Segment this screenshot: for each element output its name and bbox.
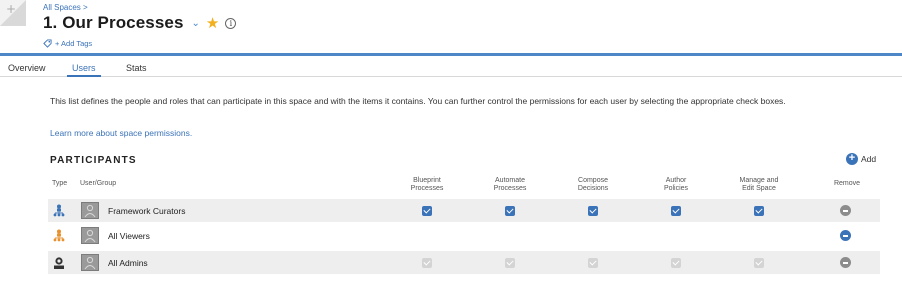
remove-icon[interactable] — [840, 205, 851, 216]
remove-icon[interactable] — [840, 257, 851, 268]
page-title: 1. Our Processes — [43, 13, 184, 32]
permission-checkbox-author[interactable] — [671, 206, 681, 216]
permissions-description: This list defines the people and roles t… — [50, 96, 786, 106]
column-header-type: Type — [52, 180, 68, 187]
group-blue-icon — [53, 204, 65, 217]
learn-more-link[interactable]: Learn more about space permissions. — [50, 128, 192, 138]
avatar — [81, 254, 99, 271]
permission-checkbox-blueprint — [422, 258, 432, 268]
column-header-remove: Remove — [833, 180, 861, 187]
admin-icon — [54, 257, 64, 269]
tab-users[interactable]: Users — [72, 63, 96, 73]
info-icon[interactable]: i — [225, 17, 237, 29]
plus-icon: + — [846, 153, 858, 165]
user-group-name: All Admins — [108, 258, 148, 268]
permission-checkbox-automate — [505, 258, 515, 268]
tab-overview[interactable]: Overview — [8, 63, 46, 73]
group-orange-icon — [53, 229, 65, 242]
permission-checkbox-compose[interactable] — [588, 206, 598, 216]
chevron-down-icon[interactable]: ⌄ — [192, 18, 200, 29]
page-title-row: 1. Our Processes ⌄ ★ i — [43, 13, 237, 33]
add-label: Add — [861, 154, 877, 164]
avatar — [81, 202, 99, 219]
space-corner-icon: + — [0, 0, 26, 26]
permission-checkbox-blueprint[interactable] — [422, 206, 432, 216]
permission-checkbox-manage[interactable] — [754, 206, 764, 216]
column-header-blueprint: Blueprint Processes — [410, 177, 444, 192]
permission-checkbox-automate[interactable] — [505, 206, 515, 216]
add-participant-button[interactable]: + Add — [846, 153, 876, 165]
add-tags-link[interactable]: + Add Tags — [43, 39, 92, 48]
column-header-author: Author Policies — [663, 177, 689, 192]
tab-bar: Overview Users Stats — [0, 57, 902, 77]
user-group-name: Framework Curators — [108, 206, 186, 216]
header-divider — [0, 53, 902, 56]
tag-icon — [43, 39, 52, 48]
avatar — [81, 227, 99, 244]
column-header-user-group: User/Group — [80, 180, 117, 187]
active-tab-indicator — [67, 75, 101, 77]
column-header-compose: Compose Decisions — [577, 177, 609, 192]
remove-icon[interactable] — [840, 230, 851, 241]
permission-checkbox-manage — [754, 258, 764, 268]
svg-text:+: + — [6, 2, 16, 16]
column-header-automate: Automate Processes — [493, 177, 527, 192]
tab-stats[interactable]: Stats — [126, 63, 147, 73]
table-row: All Admins — [48, 251, 880, 274]
breadcrumb[interactable]: All Spaces > — [43, 3, 88, 12]
table-row: All Viewers — [48, 224, 880, 247]
participants-heading: PARTICIPANTS — [50, 155, 137, 166]
table-row: Framework Curators — [48, 199, 880, 222]
permission-checkbox-compose — [588, 258, 598, 268]
column-header-manage: Manage and Edit Space — [739, 177, 779, 192]
user-group-name: All Viewers — [108, 231, 150, 241]
permission-checkbox-author — [671, 258, 681, 268]
favorite-star-icon[interactable]: ★ — [206, 16, 219, 31]
add-tags-label: + Add Tags — [55, 39, 93, 48]
